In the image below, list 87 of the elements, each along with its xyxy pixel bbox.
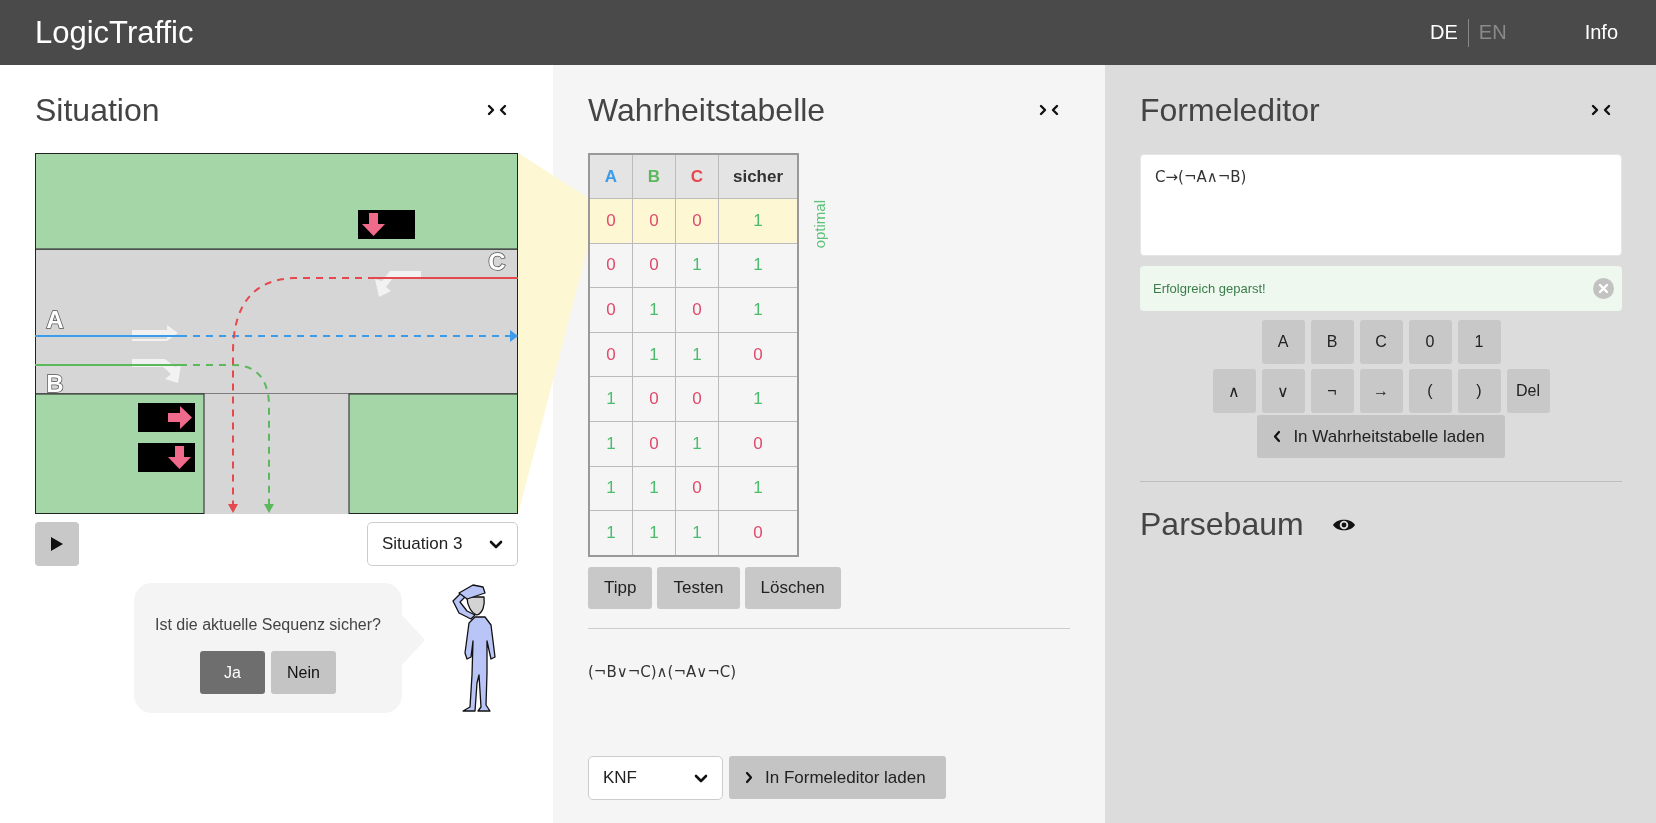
table-cell: 0: [675, 198, 719, 244]
table-cell: 1: [718, 466, 798, 511]
chevron-right-icon: [745, 771, 753, 784]
table-cell: 0: [632, 376, 676, 422]
table-cell: 0: [675, 376, 719, 422]
table-cell: 1: [589, 421, 633, 467]
key-button[interactable]: (: [1408, 369, 1452, 413]
answer-button[interactable]: Nein: [271, 651, 336, 694]
table-cell: 1: [718, 198, 798, 244]
action-button[interactable]: Testen: [657, 566, 740, 609]
table-cell: 1: [675, 510, 719, 556]
chevron-left-icon: [1273, 430, 1282, 443]
table-cell: 1: [675, 421, 719, 467]
table-cell: 0: [718, 510, 798, 556]
chevron-down-icon: [694, 773, 708, 783]
load-button[interactable]: In Formeleditor laden: [729, 756, 946, 799]
key-button[interactable]: 1: [1457, 320, 1501, 364]
table-cell: 1: [589, 510, 633, 556]
table-cell: 1: [632, 332, 676, 377]
table-cell: 0: [718, 421, 798, 467]
column-header: C: [675, 154, 719, 199]
traffic-signal-icon: [138, 403, 195, 432]
lane-label: A: [46, 305, 64, 333]
panel-title: Wahrheitstabelle: [588, 91, 826, 129]
language-link[interactable]: DE: [1420, 21, 1468, 44]
key-button[interactable]: C: [1359, 320, 1403, 364]
key-button[interactable]: ∨: [1261, 369, 1305, 413]
alert-text: Erfolgreich geparst!: [1153, 281, 1266, 296]
play-button[interactable]: [35, 522, 79, 566]
collapse-icon[interactable]: [1039, 104, 1059, 116]
form-select[interactable]: KNF: [588, 756, 723, 800]
lane-label: C: [488, 247, 506, 275]
table-cell: 0: [589, 287, 633, 333]
road-arrow-icon: [375, 271, 421, 297]
table-cell: 1: [675, 243, 719, 288]
panel-title: Situation: [35, 91, 160, 129]
table-cell: 1: [589, 466, 633, 511]
key-button[interactable]: ∧: [1212, 369, 1256, 413]
road-arrow-icon: [132, 359, 181, 383]
table-cell: 1: [632, 510, 676, 556]
traffic-signal-icon: [358, 210, 415, 239]
table-cell: 1: [718, 287, 798, 333]
table-cell: 1: [675, 332, 719, 377]
play-icon: [50, 536, 64, 552]
table-cell: 1: [632, 466, 676, 511]
collapse-icon[interactable]: [1591, 104, 1611, 116]
column-header: sicher: [718, 154, 798, 199]
road-arrow-icon: [132, 325, 178, 341]
collapse-icon[interactable]: [487, 104, 507, 116]
key-button[interactable]: A: [1261, 320, 1305, 364]
table-cell: 0: [589, 243, 633, 288]
chevron-down-icon: [489, 539, 503, 549]
key-button[interactable]: 0: [1408, 320, 1452, 364]
formula-text: (¬B∨¬C)∧(¬A∨¬C): [588, 662, 737, 681]
lane-label: B: [46, 369, 64, 397]
action-button[interactable]: Löschen: [744, 566, 841, 609]
column-header: A: [589, 154, 633, 199]
table-cell: 0: [675, 287, 719, 333]
table-cell: 1: [718, 376, 798, 422]
table-cell: 1: [632, 287, 676, 333]
key-button[interactable]: B: [1310, 320, 1354, 364]
column-header: B: [632, 154, 676, 199]
table-cell: 0: [632, 421, 676, 467]
situation-select[interactable]: Situation 3: [367, 522, 518, 566]
key-button[interactable]: →: [1359, 369, 1403, 413]
action-button[interactable]: Tipp: [588, 566, 653, 609]
optimal-label: optimal: [811, 200, 828, 249]
key-button[interactable]: ¬: [1310, 369, 1354, 413]
app-title: LogicTraffic: [35, 14, 195, 51]
table-cell: 0: [632, 198, 676, 244]
table-cell: 1: [589, 376, 633, 422]
table-cell: 0: [675, 466, 719, 511]
info-link[interactable]: Info: [1584, 21, 1618, 44]
answer-button[interactable]: Ja: [200, 651, 265, 694]
question-text: Ist die aktuelle Sequenz sicher?: [155, 616, 381, 634]
traffic-signal-icon: [138, 443, 195, 472]
table-cell: 0: [718, 332, 798, 377]
table-cell: 1: [718, 243, 798, 288]
table-cell: 0: [589, 198, 633, 244]
panel-title: Parsebaum: [1140, 506, 1304, 543]
key-button[interactable]: Del: [1506, 369, 1550, 413]
panel-title: Formeleditor: [1140, 91, 1320, 129]
load-button[interactable]: In Wahrheitstabelle laden: [1257, 415, 1505, 458]
formula-field[interactable]: C→(¬A∧¬B): [1140, 154, 1622, 256]
table-cell: 0: [589, 332, 633, 377]
key-button[interactable]: ): [1457, 369, 1501, 413]
table-cell: 0: [632, 243, 676, 288]
